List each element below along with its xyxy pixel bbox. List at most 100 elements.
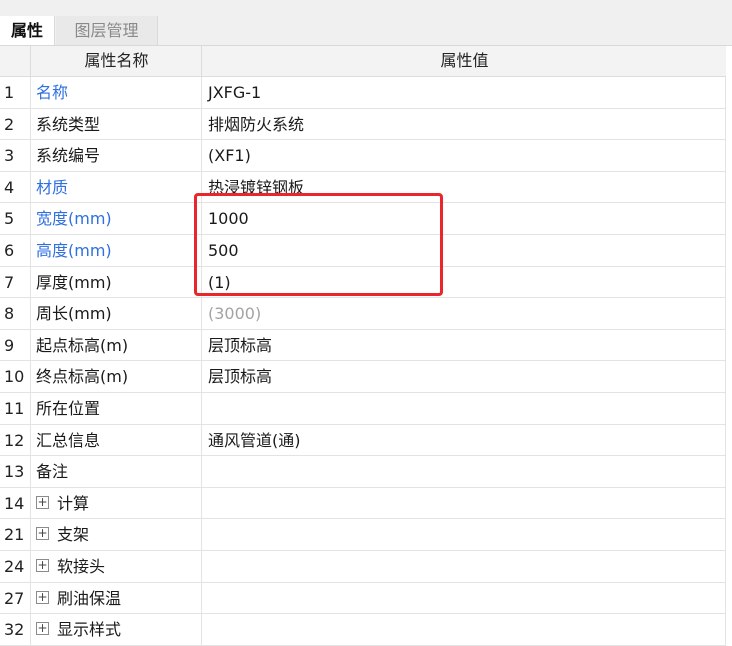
property-value-cell[interactable] xyxy=(201,392,726,424)
property-name-cell[interactable]: + 支架 xyxy=(30,519,201,551)
row-number: 21 xyxy=(4,525,25,545)
property-name-cell[interactable]: 起点标高(m) xyxy=(30,329,201,361)
table-row[interactable]: 6 高度(mm) 500 xyxy=(0,234,726,267)
property-name-cell[interactable]: 汇总信息 xyxy=(30,424,201,456)
table-row[interactable]: 4 材质 热浸镀锌钢板 xyxy=(0,171,726,204)
row-number: 12 xyxy=(4,430,25,450)
row-number: 10 xyxy=(4,367,25,387)
table-row[interactable]: 10 终点标高(m) 层顶标高 xyxy=(0,361,726,393)
table-row[interactable]: 24 + 软接头 xyxy=(0,550,726,583)
table-row[interactable]: 5 宽度(mm) 1000 xyxy=(0,203,726,235)
row-number: 8 xyxy=(4,304,15,324)
table-row[interactable]: 3 系统编号 (XF1) xyxy=(0,140,726,172)
property-name-label: 厚度(mm) xyxy=(36,272,112,292)
row-number: 14 xyxy=(4,493,25,513)
property-value-cell[interactable]: JXFG-1 xyxy=(201,77,726,108)
right-edge xyxy=(726,46,732,630)
property-name-cell[interactable]: + 软接头 xyxy=(30,550,201,582)
property-name-label: 周长(mm) xyxy=(36,304,112,324)
property-name-cell[interactable]: 宽度(mm) xyxy=(30,203,201,235)
property-value-cell[interactable]: 排烟防火系统 xyxy=(201,108,726,140)
property-name-label: 起点标高(m) xyxy=(36,335,129,355)
row-number: 24 xyxy=(4,556,25,576)
property-name-label: 高度(mm) xyxy=(36,240,112,260)
plus-box-icon[interactable]: + xyxy=(36,495,49,509)
property-value-cell[interactable]: 500 xyxy=(201,234,726,266)
plus-box-icon[interactable]: + xyxy=(36,590,49,604)
property-name-label: 终点标高(m) xyxy=(36,367,129,387)
property-name-label: 系统类型 xyxy=(36,114,101,134)
property-value-cell[interactable] xyxy=(201,456,726,488)
table-row[interactable]: 2 系统类型 排烟防火系统 xyxy=(0,108,726,141)
property-name-cell[interactable]: 高度(mm) xyxy=(30,234,201,266)
property-name-cell[interactable]: 名称 xyxy=(30,77,201,108)
row-number: 11 xyxy=(4,398,25,418)
header-property-name[interactable]: 属性名称 xyxy=(30,46,202,76)
row-number: 13 xyxy=(4,462,25,482)
row-number: 4 xyxy=(4,177,15,197)
plus-box-icon[interactable]: + xyxy=(36,558,49,572)
property-value-cell[interactable] xyxy=(201,582,726,614)
property-value-cell[interactable]: (XF1) xyxy=(201,140,726,172)
property-name-cell[interactable]: 终点标高(m) xyxy=(30,361,201,393)
property-value-cell[interactable]: (1) xyxy=(201,266,726,298)
property-name-label: 支架 xyxy=(57,525,90,545)
property-name-label: 计算 xyxy=(57,493,90,513)
table-row[interactable]: 21 + 支架 xyxy=(0,519,726,551)
table-row[interactable]: 27 + 刷油保温 xyxy=(0,582,726,615)
table-row[interactable]: 13 备注 xyxy=(0,456,726,488)
grid-header: 属性名称 属性值 xyxy=(0,46,728,77)
property-name-label: 系统编号 xyxy=(36,146,101,166)
property-name-cell[interactable]: 系统编号 xyxy=(30,140,201,172)
table-row[interactable]: 7 厚度(mm) (1) xyxy=(0,266,726,299)
grid-rows: 1 名称 JXFG-1 2 系统类型 排烟防火系统 3 系统编号 (XF1) 4 材质 热浸镀锌钢板 5… xyxy=(0,77,726,646)
property-name-cell[interactable]: 厚度(mm) xyxy=(30,266,201,298)
property-value-cell[interactable]: 热浸镀锌钢板 xyxy=(201,171,726,203)
table-row[interactable]: 14 + 计算 xyxy=(0,487,726,520)
property-name-cell[interactable]: 所在位置 xyxy=(30,392,201,424)
table-row[interactable]: 12 汇总信息 通风管道(通) xyxy=(0,424,726,457)
property-name-label: 刷油保温 xyxy=(57,588,122,608)
row-number: 3 xyxy=(4,146,15,166)
property-name-label: 备注 xyxy=(36,462,69,482)
property-name-cell[interactable]: 系统类型 xyxy=(30,108,201,140)
row-number: 7 xyxy=(4,272,15,292)
property-name-label: 宽度(mm) xyxy=(36,209,112,229)
property-name-cell[interactable]: 备注 xyxy=(30,456,201,488)
property-value-cell[interactable] xyxy=(201,519,726,551)
row-number: 5 xyxy=(4,209,15,229)
property-value-cell[interactable]: 层顶标高 xyxy=(201,361,726,393)
property-value-cell[interactable]: (3000) xyxy=(201,298,726,330)
property-name-cell[interactable]: + 计算 xyxy=(30,487,201,519)
property-value-cell[interactable] xyxy=(201,487,726,519)
table-row[interactable]: 9 起点标高(m) 层顶标高 xyxy=(0,329,726,362)
tab-properties[interactable]: 属性 xyxy=(0,16,55,45)
row-number: 27 xyxy=(4,588,25,608)
plus-box-icon[interactable]: + xyxy=(36,622,49,636)
property-name-cell[interactable]: 材质 xyxy=(30,171,201,203)
property-value-cell[interactable]: 1000 xyxy=(201,203,726,235)
panel-top-strip xyxy=(0,0,732,12)
property-value-cell[interactable] xyxy=(201,550,726,582)
plus-box-icon[interactable]: + xyxy=(36,527,49,541)
property-name-label: 材质 xyxy=(36,177,69,197)
property-name-label: 软接头 xyxy=(57,556,106,576)
row-number: 6 xyxy=(4,240,15,260)
property-name-label: 所在位置 xyxy=(36,398,101,418)
table-row[interactable]: 1 名称 JXFG-1 xyxy=(0,77,726,109)
tab-bar: 属性 图层管理 xyxy=(0,12,732,46)
property-value-cell[interactable]: 通风管道(通) xyxy=(201,424,726,456)
property-name-cell[interactable]: 周长(mm) xyxy=(30,298,201,330)
property-value-cell[interactable]: 层顶标高 xyxy=(201,329,726,361)
header-property-value[interactable]: 属性值 xyxy=(201,46,728,76)
property-grid: 属性名称 属性值 1 名称 JXFG-1 2 系统类型 排烟防火系统 3 系统编号 (XF1) 4… xyxy=(0,46,728,646)
table-row[interactable]: 8 周长(mm) (3000) xyxy=(0,298,726,330)
tab-layer-management[interactable]: 图层管理 xyxy=(56,16,158,45)
property-name-label: 名称 xyxy=(36,83,69,102)
row-number: 2 xyxy=(4,114,15,134)
property-name-label: 汇总信息 xyxy=(36,430,101,450)
property-name-cell[interactable]: + 刷油保温 xyxy=(30,582,201,614)
row-number: 1 xyxy=(4,83,15,102)
row-number: 9 xyxy=(4,335,15,355)
table-row[interactable]: 11 所在位置 xyxy=(0,392,726,425)
